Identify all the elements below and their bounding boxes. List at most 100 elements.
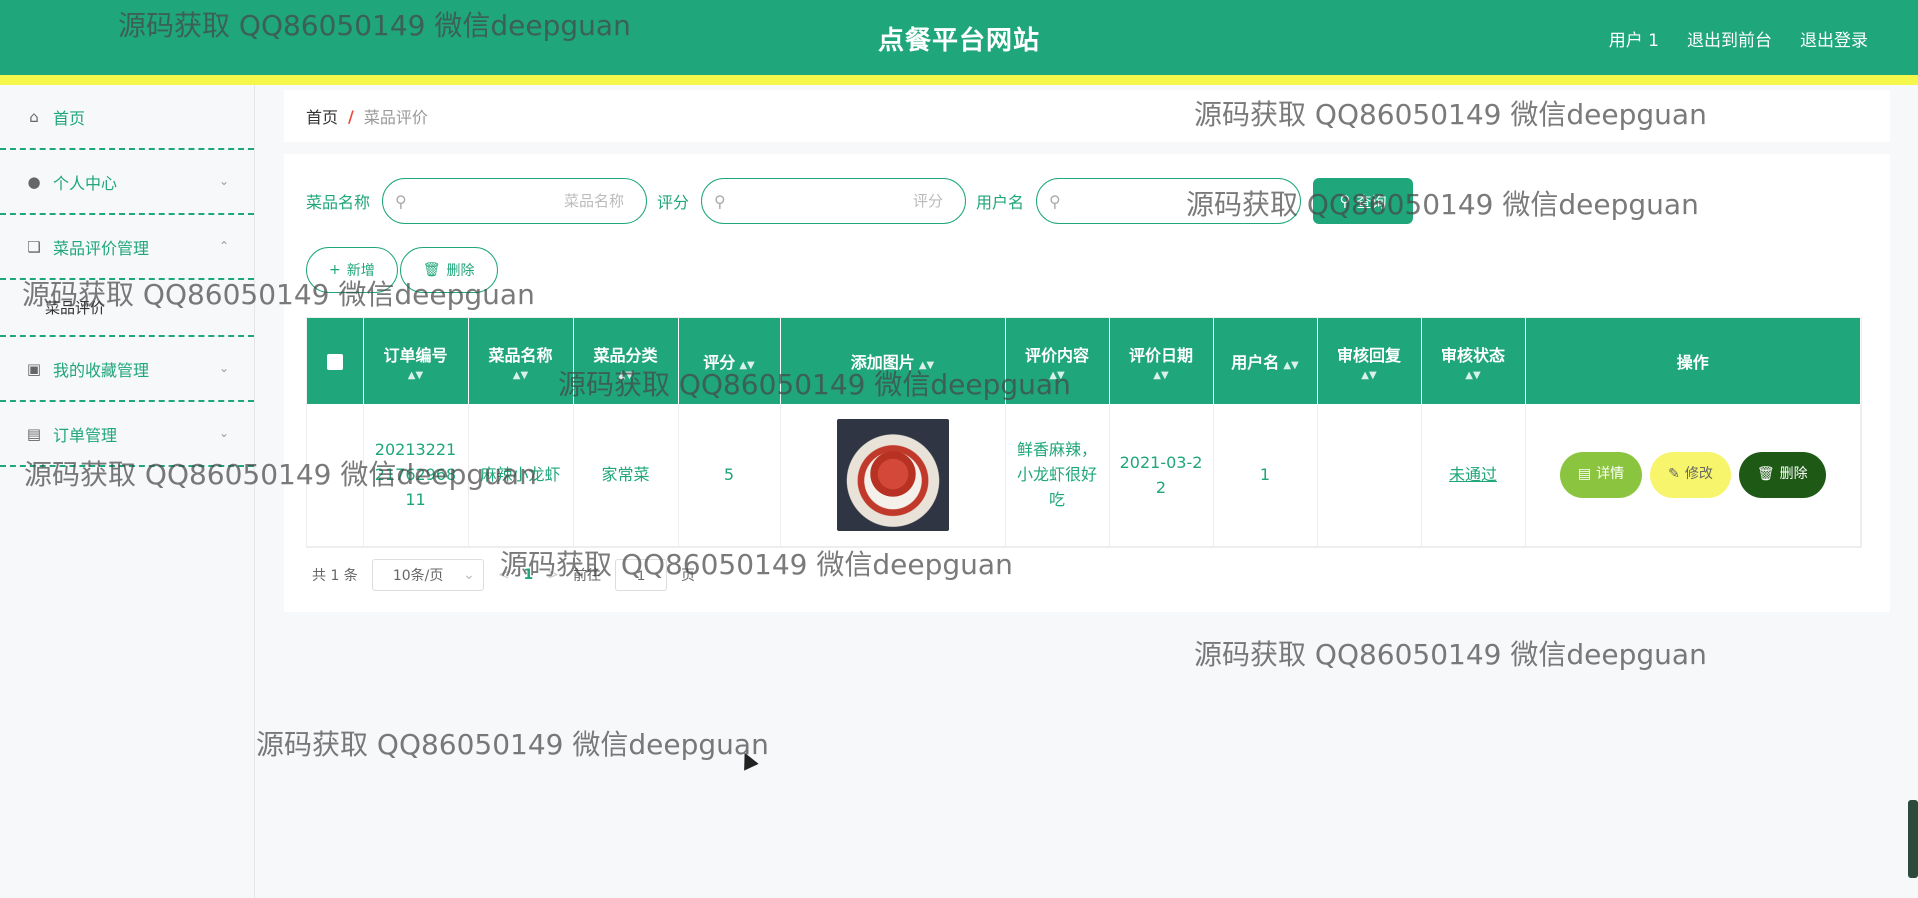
crayfish-dish-image[interactable] bbox=[836, 418, 949, 531]
sidebar-item-favorites-management[interactable]: ▣ 我的收藏管理 ⌄ bbox=[0, 337, 254, 402]
sort-icon: ▲▼ bbox=[918, 360, 935, 371]
trash-icon: 🗑 bbox=[422, 262, 441, 278]
dish-name-label: 菜品名称 bbox=[306, 193, 371, 212]
sidebar-item-label: 订单管理 bbox=[53, 425, 118, 445]
header-accent-stripe bbox=[0, 75, 1918, 85]
home-icon: ⌂ bbox=[29, 107, 39, 126]
category-cell: 家常菜 bbox=[573, 404, 679, 547]
sort-icon: ▲▼ bbox=[1153, 369, 1169, 381]
detail-button[interactable]: ▤ 详情 bbox=[1559, 451, 1643, 498]
table-row: 202132212176296811 麻辣小龙虾 家常菜 5 鲜香麻辣，小龙虾很… bbox=[307, 404, 1861, 547]
search-bar: 菜品名称 ⚲ 评分 ⚲ 用户名 ⚲ ⚲ 查询 bbox=[306, 178, 1414, 224]
chevron-down-icon: ⌄ bbox=[218, 174, 229, 188]
watermark: 源码获取 QQ86050149 微信deepguan bbox=[256, 728, 769, 761]
reply-cell bbox=[1317, 404, 1422, 547]
mouse-cursor-icon bbox=[737, 749, 759, 771]
crop-icon: ❏ bbox=[27, 237, 41, 256]
trash-icon: 🗑 bbox=[1756, 466, 1775, 483]
column-header[interactable]: 审核状态 ▲▼ bbox=[1421, 318, 1526, 404]
main-panel: 菜品名称 ⚲ 评分 ⚲ 用户名 ⚲ ⚲ 查询 + 新增 🗑 删除 bbox=[284, 154, 1890, 612]
breadcrumb-home[interactable]: 首页 bbox=[306, 104, 338, 128]
logout-link[interactable]: 退出登录 bbox=[1800, 26, 1868, 51]
column-header[interactable]: 评价内容 ▲▼ bbox=[1005, 318, 1110, 404]
goto-suffix: 页 bbox=[681, 568, 696, 584]
search-icon: ⚲ bbox=[1049, 191, 1061, 211]
dish-name-cell: 麻辣小龙虾 bbox=[468, 404, 574, 547]
scroll-handle[interactable] bbox=[1908, 800, 1918, 878]
chevron-down-icon: ⌄ bbox=[218, 426, 229, 440]
total-count: 共 1 条 bbox=[312, 568, 358, 584]
sort-icon: ▲▼ bbox=[1049, 369, 1065, 381]
rating-cell: 5 bbox=[678, 404, 781, 547]
sort-icon: ▲▼ bbox=[739, 360, 755, 371]
breadcrumb: 首页 / 菜品评价 bbox=[284, 90, 1890, 142]
prev-page-button[interactable]: < bbox=[498, 567, 510, 583]
top-header: 点餐平台网站 用户 1 退出到前台 退出登录 bbox=[0, 0, 1918, 75]
query-button-label: 查询 bbox=[1356, 192, 1387, 211]
sidebar-item-label: 我的收藏管理 bbox=[53, 360, 150, 380]
chevron-down-icon: ⌄ bbox=[463, 567, 475, 583]
next-page-button[interactable]: > bbox=[547, 567, 559, 583]
plus-icon: + bbox=[329, 262, 341, 278]
username-input[interactable] bbox=[1070, 192, 1279, 210]
sort-icon: ▲▼ bbox=[617, 369, 634, 381]
dish-name-input[interactable] bbox=[416, 192, 625, 210]
document-icon: ▤ bbox=[1577, 466, 1592, 483]
username-search-box: ⚲ bbox=[1036, 178, 1302, 224]
row-select-cell bbox=[307, 404, 364, 547]
column-header[interactable]: 评分 ▲▼ bbox=[678, 318, 781, 404]
column-header[interactable]: 添加图片 ▲▼ bbox=[780, 318, 1006, 404]
breadcrumb-current: 菜品评价 bbox=[363, 108, 428, 127]
sidebar-item-home[interactable]: ⌂ 首页 bbox=[0, 85, 254, 150]
sort-icon: ▲▼ bbox=[512, 369, 529, 381]
sidebar-item-order-management[interactable]: ▤ 订单管理 ⌄ bbox=[0, 402, 254, 467]
sidebar-item-review-management[interactable]: ❏ 菜品评价管理 ⌃ bbox=[0, 215, 254, 280]
goto-page-input[interactable] bbox=[615, 559, 668, 591]
actions-cell: ▤ 详情 ✎ 修改 🗑 删除 bbox=[1525, 404, 1861, 547]
dish-name-search-box: ⚲ bbox=[382, 178, 648, 224]
user-icon: ● bbox=[27, 172, 41, 191]
order-no-cell: 202132212176296811 bbox=[363, 404, 469, 547]
sort-icon: ▲▼ bbox=[1283, 360, 1299, 371]
sidebar: ⌂ 首页 ● 个人中心 ⌄ ❏ 菜品评价管理 ⌃ 菜品评价 ▣ 我的收藏管理 ⌄… bbox=[0, 85, 255, 898]
sidebar-subitem-label: 菜品评价 bbox=[45, 299, 106, 317]
batch-delete-label: 删除 bbox=[446, 263, 475, 279]
action-bar: + 新增 🗑 删除 bbox=[306, 247, 498, 293]
watermark: 源码获取 QQ86050149 微信deepguan bbox=[1194, 638, 1707, 671]
page-number[interactable]: 1 bbox=[524, 567, 534, 583]
current-user-link[interactable]: 用户 1 bbox=[1609, 26, 1659, 51]
column-header[interactable]: 订单编号 ▲▼ bbox=[363, 318, 469, 404]
search-icon: ⚲ bbox=[714, 191, 726, 211]
image-cell bbox=[780, 404, 1006, 547]
sidebar-item-label: 个人中心 bbox=[53, 173, 118, 193]
username-label: 用户名 bbox=[976, 193, 1025, 212]
column-header-actions: 操作 bbox=[1525, 318, 1861, 404]
back-to-frontend-link[interactable]: 退出到前台 bbox=[1687, 26, 1772, 51]
review-date-cell: 2021-03-22 bbox=[1109, 404, 1214, 547]
sidebar-subitem-dish-review[interactable]: 菜品评价 bbox=[0, 280, 254, 337]
edit-button[interactable]: ✎ 修改 bbox=[1650, 451, 1731, 498]
column-header[interactable]: 菜品分类 ▲▼ bbox=[573, 318, 679, 404]
table-header-row: 订单编号 ▲▼ 菜品名称 ▲▼ 菜品分类 ▲▼ 评分 ▲▼ 添加图片 ▲▼ 评价内容 ▲▼ … bbox=[307, 318, 1861, 404]
rating-input[interactable] bbox=[735, 192, 944, 210]
add-button-label: 新增 bbox=[346, 263, 375, 279]
sidebar-item-label: 菜品评价管理 bbox=[53, 238, 150, 258]
select-all-header bbox=[307, 318, 364, 404]
page-size-select[interactable]: 10条/页 ⌄ bbox=[371, 559, 484, 591]
add-button[interactable]: + 新增 bbox=[306, 247, 398, 293]
column-header[interactable]: 评价日期 ▲▼ bbox=[1109, 318, 1214, 404]
sidebar-item-personal-center[interactable]: ● 个人中心 ⌄ bbox=[0, 150, 254, 215]
review-content-cell: 鲜香麻辣，小龙虾很好吃 bbox=[1005, 404, 1110, 547]
column-header[interactable]: 审核回复 ▲▼ bbox=[1317, 318, 1422, 404]
batch-delete-button[interactable]: 🗑 删除 bbox=[399, 247, 498, 293]
query-button[interactable]: ⚲ 查询 bbox=[1313, 178, 1414, 224]
search-icon: ⚲ bbox=[1339, 192, 1351, 210]
sidebar-item-label: 首页 bbox=[53, 108, 86, 128]
pencil-icon: ✎ bbox=[1668, 466, 1680, 483]
delete-button[interactable]: 🗑 删除 bbox=[1738, 451, 1826, 498]
pagination: 共 1 条 10条/页 ⌄ < 1 > 前往 页 bbox=[312, 559, 695, 591]
select-all-checkbox[interactable] bbox=[326, 354, 343, 370]
chevron-down-icon: ⌄ bbox=[218, 361, 229, 375]
column-header[interactable]: 用户名 ▲▼ bbox=[1213, 318, 1318, 404]
column-header[interactable]: 菜品名称 ▲▼ bbox=[468, 318, 574, 404]
